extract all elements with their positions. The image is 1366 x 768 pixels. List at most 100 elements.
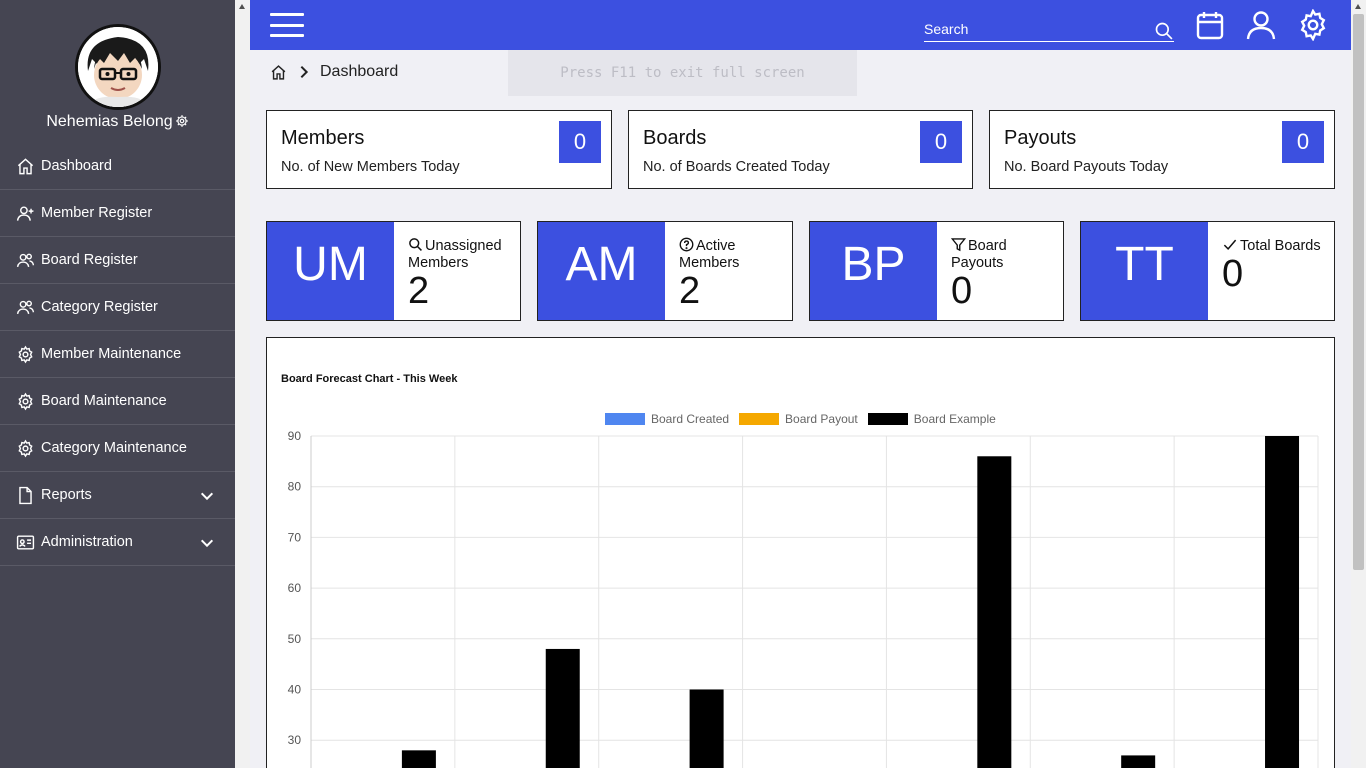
calendar-icon[interactable] — [1194, 9, 1226, 41]
search-icon — [409, 238, 422, 251]
info-card-payouts: Payouts No. Board Payouts Today 0 — [989, 110, 1335, 189]
scroll-thumb[interactable] — [1353, 14, 1364, 570]
y-tick-label: 30 — [288, 733, 302, 747]
count-badge: 0 — [1282, 121, 1324, 163]
bar-board-example-6[interactable] — [1265, 436, 1300, 768]
sidebar-item-label: Administration — [41, 534, 133, 550]
question-icon — [679, 237, 694, 252]
card-subtitle: No. Board Payouts Today — [1004, 159, 1169, 175]
fullscreen-notice: Press F11 to exit full screen — [508, 50, 857, 96]
sidebar-item-label: Member Maintenance — [41, 346, 182, 362]
stat-abbr: TT — [1081, 222, 1208, 320]
gear-icon — [18, 439, 33, 457]
card-subtitle: No. of Boards Created Today — [643, 159, 830, 175]
chart-card: Board Forecast Chart - This Week Board C… — [266, 337, 1335, 768]
avatar[interactable] — [75, 24, 161, 110]
stat-label: Board Payouts — [951, 237, 1061, 272]
breadcrumb-current: Dashboard — [320, 63, 399, 80]
check-icon — [1223, 239, 1237, 250]
stat-label-text: Total Boards — [1240, 238, 1321, 254]
home-icon[interactable] — [270, 64, 287, 81]
sidebar-scrollbar[interactable] — [235, 0, 250, 768]
scroll-up-arrow-icon[interactable] — [1355, 4, 1361, 9]
sidebar-item-reports[interactable]: Reports — [0, 472, 235, 519]
scroll-up-arrow-icon[interactable] — [239, 4, 245, 9]
sidebar-item-label: Reports — [41, 487, 92, 503]
stat-card-total-boards: TT Total Boards 0 — [1080, 221, 1335, 321]
avatar-image — [78, 27, 158, 107]
stat-card-active-members: AM Active Members 2 — [537, 221, 793, 321]
gear-icon[interactable] — [1297, 9, 1329, 41]
chevron-down-icon[interactable] — [199, 535, 215, 551]
y-tick-label: 60 — [288, 581, 302, 595]
card-title: Payouts — [1004, 127, 1077, 149]
sidebar-item-category-maintenance[interactable]: Category Maintenance — [0, 425, 235, 472]
bar-chart: 90 80 70 60 50 40 30 — [288, 429, 1319, 768]
sidebar-item-board-register[interactable]: Board Register — [0, 237, 235, 284]
bar-board-example-2[interactable] — [689, 689, 724, 768]
card-title: Boards — [643, 127, 707, 149]
stat-value: 2 — [679, 270, 701, 312]
y-tick-label: 70 — [288, 530, 302, 544]
y-tick-label: 90 — [288, 429, 302, 443]
bar-board-example-0[interactable] — [401, 750, 436, 768]
stat-abbr: UM — [267, 222, 394, 320]
sidebar-item-label: Dashboard — [41, 158, 112, 174]
sidebar: Nehemias Belong Dashboard Member Registe… — [0, 0, 235, 768]
breadcrumb: Dashboard — [270, 62, 398, 82]
search-icon[interactable] — [1154, 21, 1174, 41]
stat-label: Unassigned Members — [408, 237, 518, 272]
stat-card-unassigned-members: UM Unassigned Members 2 — [266, 221, 521, 321]
info-card-boards: Boards No. of Boards Created Today 0 — [628, 110, 973, 189]
bar-board-example-5[interactable] — [1121, 755, 1156, 768]
search-box — [924, 17, 1174, 42]
chevron-down-icon[interactable] — [199, 488, 215, 504]
profile-section: Nehemias Belong — [0, 0, 235, 143]
filter-icon — [951, 238, 966, 252]
user-icon[interactable] — [1245, 9, 1277, 41]
sidebar-item-board-maintenance[interactable]: Board Maintenance — [0, 378, 235, 425]
bar-board-example-1[interactable] — [545, 648, 580, 768]
top-bar — [250, 0, 1351, 50]
stat-card-board-payouts: BP Board Payouts 0 — [809, 221, 1064, 321]
count-badge: 0 — [920, 121, 962, 163]
user-plus-icon — [16, 205, 34, 221]
sidebar-item-member-register[interactable]: Member Register — [0, 190, 235, 237]
sidebar-item-label: Board Register — [41, 252, 138, 268]
sidebar-item-dashboard[interactable]: Dashboard — [0, 143, 235, 190]
gear-icon — [18, 392, 33, 410]
stat-value: 0 — [1222, 253, 1244, 295]
count-badge: 0 — [559, 121, 601, 163]
search-input[interactable] — [924, 17, 1144, 41]
profile-name: Nehemias Belong — [0, 113, 235, 133]
stat-abbr: AM — [538, 222, 665, 320]
y-tick-label: 40 — [288, 683, 302, 697]
bar-board-example-4[interactable] — [977, 456, 1012, 768]
menu-icon[interactable] — [270, 13, 304, 37]
sidebar-item-label: Board Maintenance — [41, 393, 167, 409]
page-scrollbar[interactable] — [1351, 0, 1366, 768]
chevron-right-icon — [300, 65, 309, 79]
id-card-icon — [16, 534, 35, 550]
users-icon — [16, 253, 35, 267]
stat-value: 0 — [951, 270, 973, 312]
sidebar-item-category-register[interactable]: Category Register — [0, 284, 235, 331]
stat-label: Active Members — [679, 237, 789, 272]
file-icon — [19, 486, 32, 504]
stat-abbr: BP — [810, 222, 937, 320]
card-title: Members — [281, 127, 365, 149]
sidebar-item-label: Member Register — [41, 205, 153, 221]
stat-value: 2 — [408, 270, 430, 312]
sidebar-item-member-maintenance[interactable]: Member Maintenance — [0, 331, 235, 378]
sidebar-item-label: Category Maintenance — [41, 440, 187, 456]
sidebar-item-label: Category Register — [41, 299, 158, 315]
card-subtitle: No. of New Members Today — [281, 159, 460, 175]
home-icon — [17, 157, 34, 174]
gear-icon — [18, 345, 33, 363]
y-tick-label: 80 — [288, 480, 302, 494]
y-tick-label: 50 — [288, 632, 302, 646]
info-card-members: Members No. of New Members Today 0 — [266, 110, 612, 189]
profile-gear-icon[interactable] — [175, 114, 189, 133]
sidebar-item-administration[interactable]: Administration — [0, 519, 235, 566]
users-icon — [16, 300, 35, 314]
